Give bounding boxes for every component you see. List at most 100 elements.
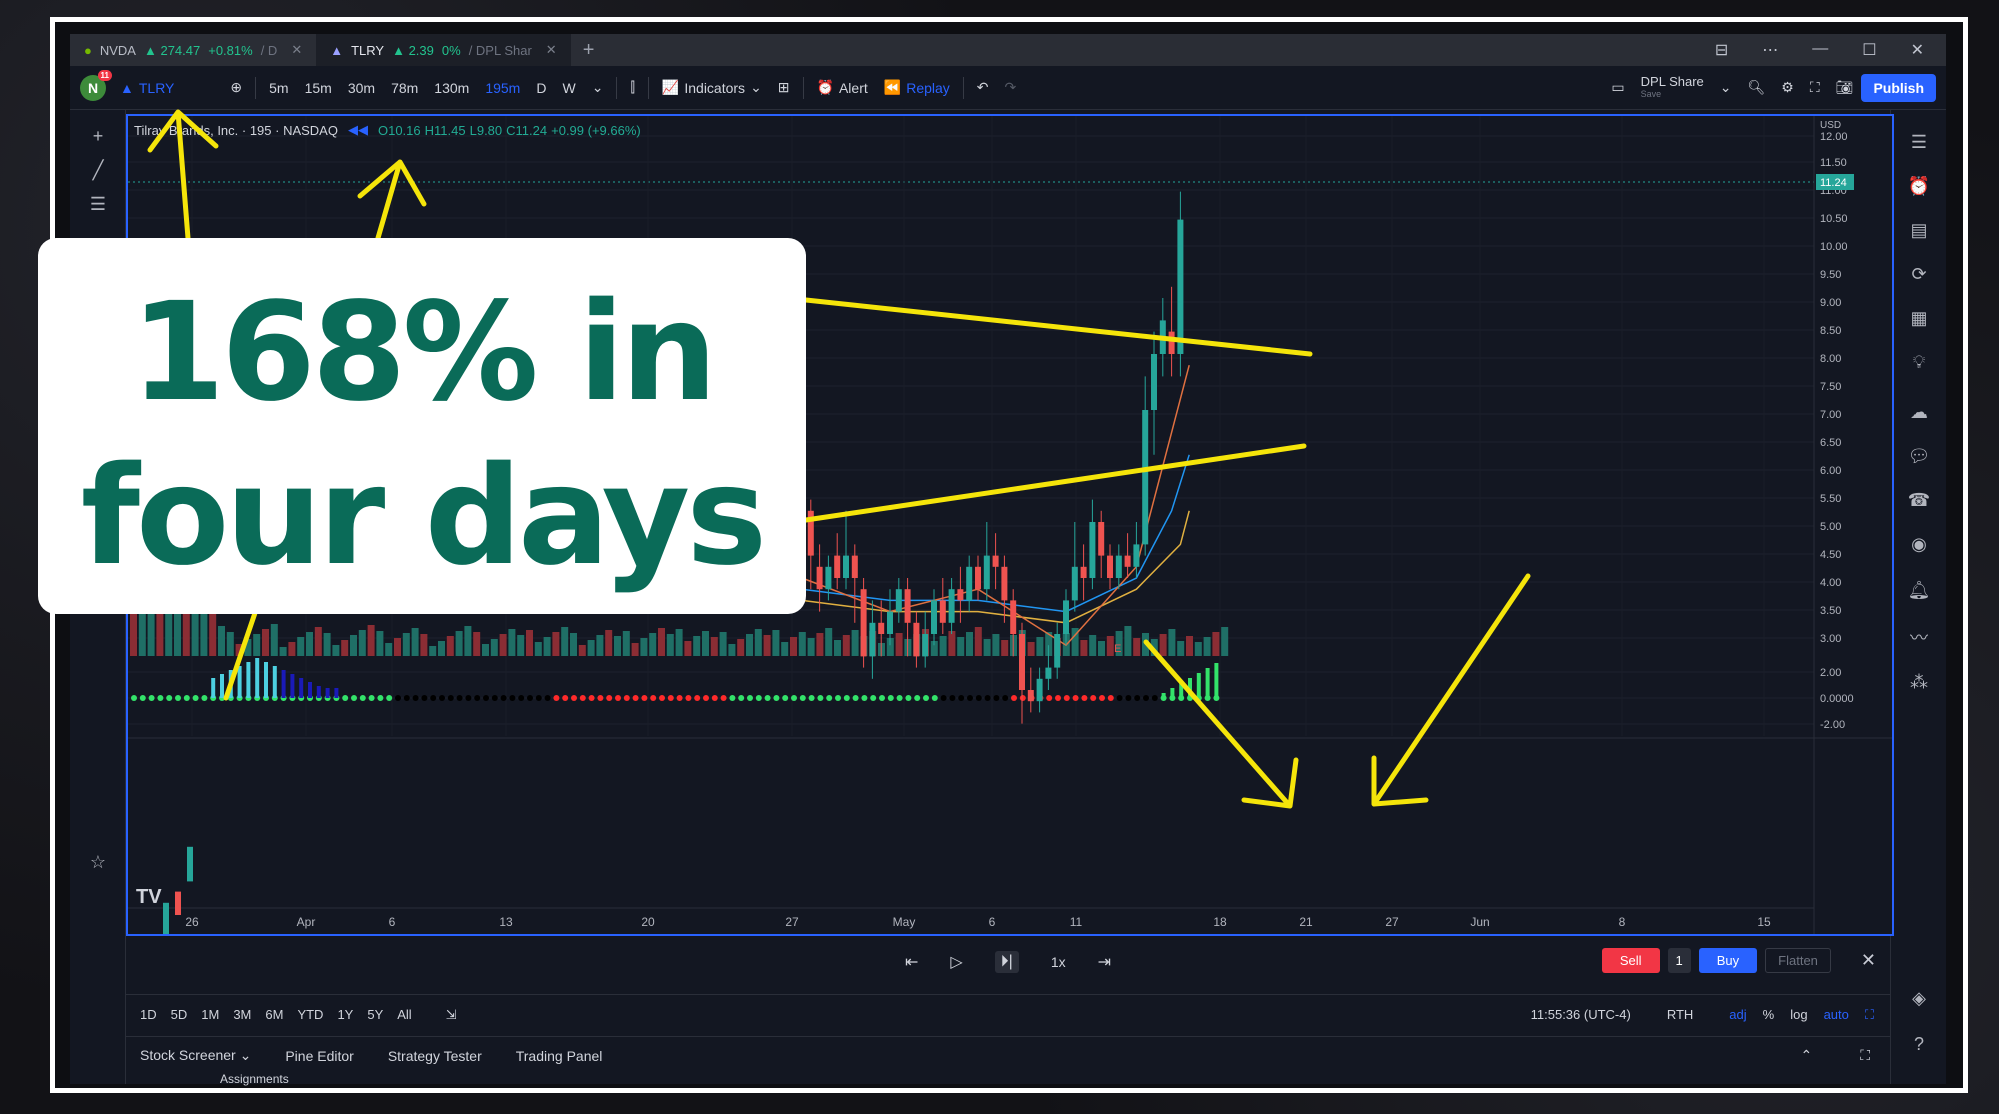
close-replay-icon[interactable]: ✕: [1861, 950, 1876, 971]
avatar[interactable]: N 11: [80, 69, 112, 101]
flatten-button[interactable]: Flatten: [1765, 948, 1831, 973]
tab-tlry[interactable]: ▲ TLRY ▲ 2.39 0% / DPL Shar ✕: [316, 34, 571, 66]
hotlist-icon[interactable]: ⟳: [1907, 262, 1931, 286]
auto-toggle[interactable]: auto: [1824, 1007, 1849, 1023]
star-icon[interactable]: ☆: [86, 850, 110, 874]
volume-bar: [719, 632, 727, 656]
interval-w[interactable]: W: [554, 80, 583, 96]
close-tab-icon[interactable]: ✕: [291, 42, 302, 58]
maximize-panel-icon[interactable]: ⛶: [1860, 1047, 1870, 1064]
step-forward-icon[interactable]: ⏵|: [994, 951, 1019, 973]
interval-195m[interactable]: 195m: [477, 80, 528, 96]
camera-icon[interactable]: 📷︎: [1828, 79, 1862, 96]
fullscreen-icon[interactable]: ⛶: [1802, 79, 1828, 96]
tab-strategy-tester[interactable]: Strategy Tester: [388, 1048, 482, 1064]
squeeze-dot: [896, 695, 903, 701]
chevron-down-icon[interactable]: ⌄: [1712, 79, 1740, 96]
chevron-up-icon[interactable]: ⌃: [1800, 1047, 1812, 1064]
alert-button[interactable]: ⏰ Alert: [809, 79, 876, 96]
speed-button[interactable]: 1x: [1051, 954, 1066, 970]
fib-icon[interactable]: ☰: [86, 192, 110, 216]
object-tree-icon[interactable]: ⁂: [1907, 670, 1931, 694]
jump-to-end-icon[interactable]: ⇥: [1098, 952, 1111, 972]
buy-button[interactable]: Buy: [1698, 948, 1758, 973]
candles-icon[interactable]: ⫿: [622, 79, 642, 96]
data-window-icon[interactable]: ▤: [1907, 218, 1931, 242]
indicators-button[interactable]: 📈 Indicators ⌄: [654, 79, 770, 96]
pin-icon[interactable]: ⊟: [1715, 40, 1728, 60]
templates-icon[interactable]: ⊞: [770, 79, 798, 96]
log-toggle[interactable]: log: [1790, 1007, 1807, 1023]
layout-icon[interactable]: ▭: [1603, 79, 1632, 96]
broadcast-icon[interactable]: ◉: [1907, 532, 1931, 556]
range-6m[interactable]: 6M: [258, 1007, 290, 1022]
comments-icon[interactable]: 💬︎: [1907, 444, 1931, 468]
tab-nvda[interactable]: ● NVDA ▲ 274.47 +0.81% / D ✕: [70, 34, 316, 66]
replay-button[interactable]: ⏪ Replay: [876, 79, 958, 96]
fit-icon[interactable]: ⛶: [1865, 1007, 1874, 1023]
symbol-search-button[interactable]: ▲ TLRY: [112, 80, 182, 96]
search-icon[interactable]: 🔍︎: [1740, 79, 1774, 96]
range-3m[interactable]: 3M: [226, 1007, 258, 1022]
calendar-icon[interactable]: ▦: [1907, 306, 1931, 330]
compare-add-icon[interactable]: ⊕: [222, 79, 250, 96]
clock[interactable]: 11:55:36 (UTC-4): [1531, 1007, 1631, 1023]
close-window-icon[interactable]: ✕: [1911, 40, 1924, 60]
range-1y[interactable]: 1Y: [330, 1007, 360, 1022]
bell-icon[interactable]: 🔔︎: [1907, 578, 1931, 602]
candle-body: [1001, 566, 1008, 601]
interval-5m[interactable]: 5m: [261, 80, 296, 96]
squeeze-dot: [395, 695, 401, 701]
interval-30m[interactable]: 30m: [340, 80, 383, 96]
chat-icon[interactable]: ☁: [1907, 400, 1931, 424]
play-icon[interactable]: ▷: [950, 952, 962, 972]
chevron-down-icon[interactable]: ⌄: [584, 79, 612, 96]
minimize-icon[interactable]: —: [1812, 40, 1828, 60]
range-all[interactable]: All: [390, 1007, 418, 1022]
close-tab-icon[interactable]: ✕: [546, 42, 557, 58]
range-ytd[interactable]: YTD: [290, 1007, 330, 1022]
interval-d[interactable]: D: [528, 80, 554, 96]
undo-icon[interactable]: ↶: [969, 79, 997, 96]
goto-date-icon[interactable]: ⇲: [439, 1007, 464, 1023]
trendline-icon[interactable]: ╱: [86, 158, 110, 182]
tab-stock-screener[interactable]: Stock Screener ⌄: [140, 1047, 251, 1064]
interval-130m[interactable]: 130m: [426, 80, 477, 96]
interval-15m[interactable]: 15m: [297, 80, 340, 96]
layers-icon[interactable]: ◈: [1907, 986, 1931, 1010]
volume-bar: [1159, 634, 1167, 656]
volume-bar: [455, 631, 463, 656]
ideas-icon[interactable]: 💡︎: [1907, 350, 1931, 374]
alarm-icon[interactable]: ⏰: [1907, 174, 1931, 198]
more-icon[interactable]: ⋯: [1762, 40, 1778, 60]
watchlist-icon[interactable]: ☰: [1907, 130, 1931, 154]
new-tab-icon[interactable]: +: [571, 39, 607, 62]
range-5d[interactable]: 5D: [164, 1007, 195, 1022]
candle-body: [1089, 522, 1096, 578]
adj-toggle[interactable]: adj: [1729, 1007, 1746, 1023]
help-icon[interactable]: ?: [1907, 1032, 1931, 1056]
trend-icon[interactable]: 〰: [1907, 626, 1931, 650]
interval-78m[interactable]: 78m: [383, 80, 426, 96]
publish-button[interactable]: Publish: [1861, 73, 1936, 102]
layout-name-button[interactable]: DPL Share Save: [1633, 75, 1712, 100]
tab-pine-editor[interactable]: Pine Editor: [285, 1048, 353, 1064]
candle-body: [939, 600, 946, 623]
tab-trading-panel[interactable]: Trading Panel: [516, 1048, 603, 1064]
chart-title[interactable]: Tilray Brands, Inc. · 195 · NASDAQ: [134, 123, 338, 138]
volume-bar: [728, 644, 736, 656]
sell-button[interactable]: Sell: [1601, 948, 1660, 973]
crosshair-icon[interactable]: +: [86, 124, 110, 148]
gear-icon[interactable]: ⚙: [1773, 79, 1802, 96]
range-5y[interactable]: 5Y: [360, 1007, 390, 1022]
range-1d[interactable]: 1D: [126, 1007, 164, 1022]
redo-icon[interactable]: ↷: [997, 79, 1025, 96]
quantity-field[interactable]: 1: [1667, 948, 1691, 973]
streams-icon[interactable]: ☎: [1907, 488, 1931, 512]
maximize-icon[interactable]: ☐: [1862, 40, 1876, 60]
range-1m[interactable]: 1M: [194, 1007, 226, 1022]
jump-to-start-icon[interactable]: ⇤: [905, 952, 918, 972]
session-button[interactable]: RTH: [1667, 1007, 1693, 1023]
percent-toggle[interactable]: %: [1763, 1007, 1775, 1023]
momentum-bar: [1170, 688, 1175, 698]
